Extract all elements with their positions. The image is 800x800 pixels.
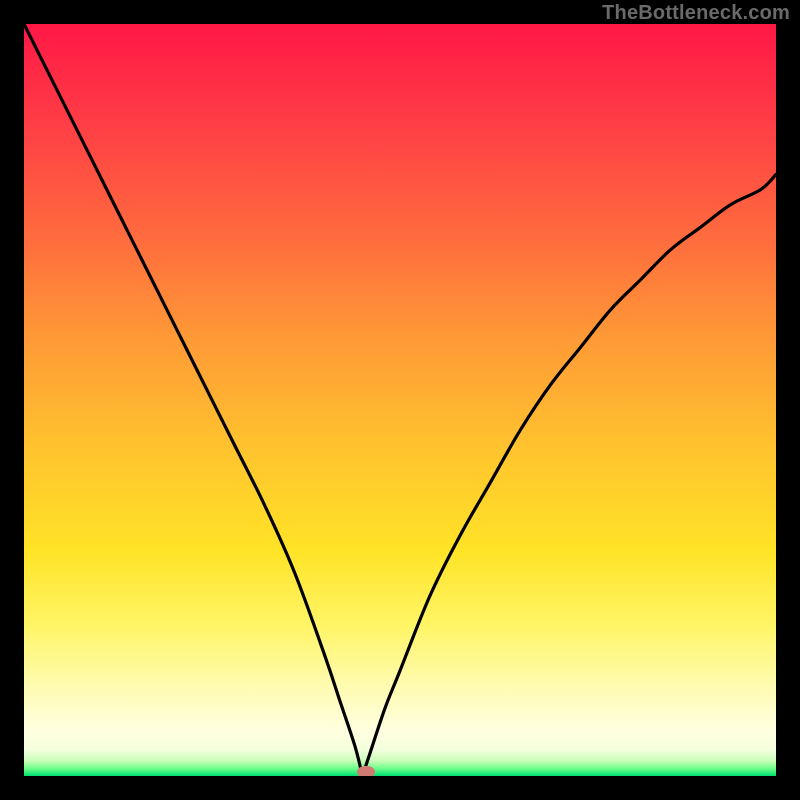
cusp-marker	[357, 766, 375, 776]
watermark-text: TheBottleneck.com	[602, 2, 790, 25]
curve-left-branch	[24, 24, 362, 776]
curve-right-branch	[362, 174, 776, 776]
chart-frame: TheBottleneck.com	[0, 0, 800, 800]
plot-area	[24, 24, 776, 776]
bottleneck-curve	[24, 24, 776, 776]
